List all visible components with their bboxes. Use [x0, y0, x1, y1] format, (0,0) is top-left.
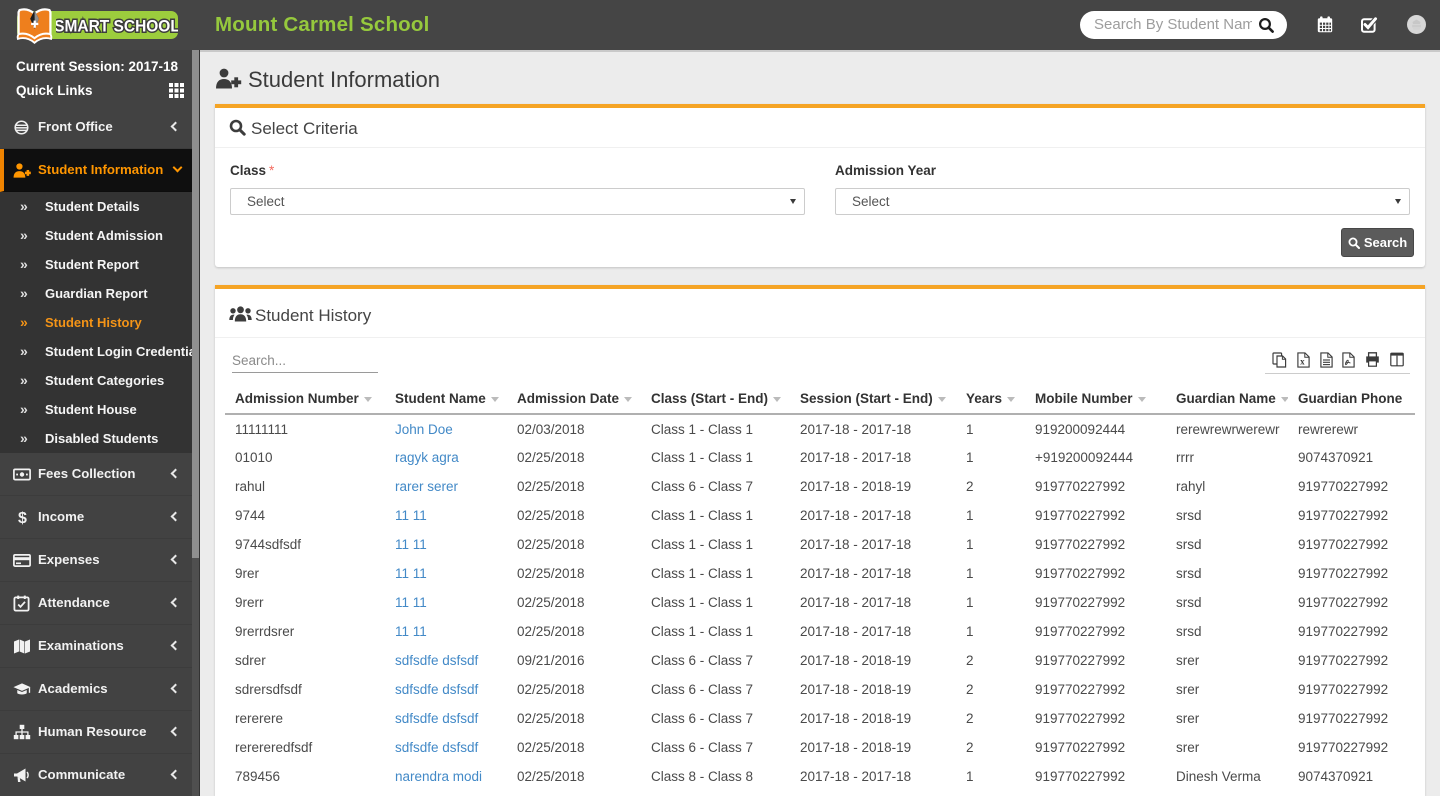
svg-text:x: x [1300, 356, 1305, 366]
svg-text:$: $ [18, 510, 27, 526]
svg-text:SMART SCHOOL: SMART SCHOOL [56, 17, 178, 36]
